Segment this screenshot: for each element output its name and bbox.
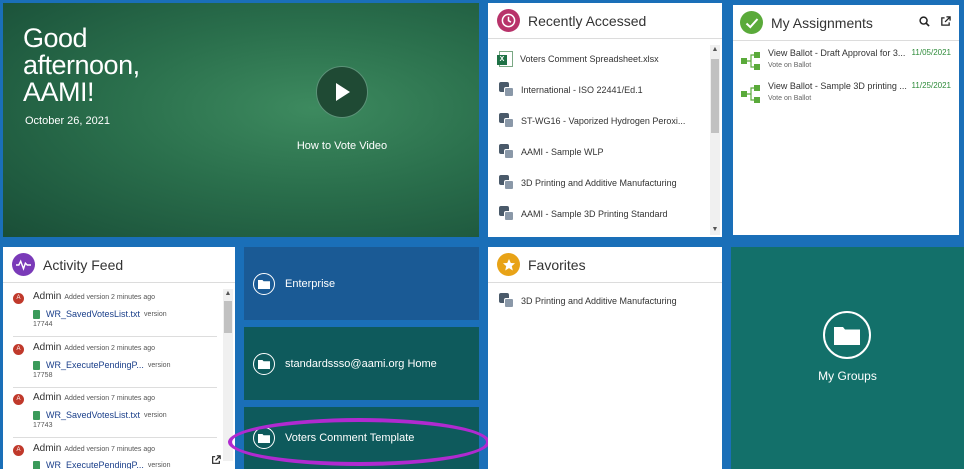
document-icon	[499, 143, 515, 160]
document-icon	[499, 174, 515, 191]
scrollbar-thumb[interactable]	[224, 301, 232, 333]
activity-file-link[interactable]: WR_SavedVotesList.txt	[46, 309, 140, 319]
user-avatar[interactable]: A	[13, 344, 24, 355]
assignments-toolbar	[919, 16, 951, 27]
folder-icon	[823, 311, 871, 359]
folder-label: Voters Comment Template	[285, 432, 415, 444]
document-icon	[499, 112, 515, 129]
activity-user[interactable]: Admin	[33, 342, 61, 353]
version-number: 17743	[33, 422, 53, 429]
user-avatar[interactable]: A	[13, 293, 24, 304]
activity-feed-header: Activity Feed	[3, 247, 235, 283]
recently-accessed-tile: Recently Accessed X Voters Comment Sprea…	[488, 3, 722, 237]
my-assignments-tile: My Assignments View Ballot - Draft Appro…	[731, 3, 961, 237]
recent-item[interactable]: 3D Printing and Additive Manufacturing	[488, 167, 708, 198]
pulse-icon	[12, 253, 35, 276]
user-avatar[interactable]: A	[13, 445, 24, 456]
favorite-item[interactable]: 3D Printing and Additive Manufacturing	[488, 289, 708, 313]
activity-feed-title: Activity Feed	[43, 256, 124, 273]
scroll-down-arrow-icon[interactable]: ▼	[711, 226, 719, 234]
recently-accessed-header: Recently Accessed	[488, 3, 722, 39]
folder-label: Enterprise	[285, 277, 336, 290]
workflow-icon	[741, 52, 760, 70]
folder-icon	[253, 427, 275, 449]
folder-tile-voters-comment-template[interactable]: Voters Comment Template	[244, 407, 479, 469]
folder-label: standardssso@aami.org Home	[285, 357, 437, 370]
scroll-up-arrow-icon[interactable]: ▲	[711, 46, 719, 54]
recent-item[interactable]: X Voters Comment Spreadsheet.xlsx	[488, 43, 708, 74]
recent-item[interactable]: International - ISO 22441/Ed.1	[488, 74, 708, 105]
activity-file-link[interactable]: WR_ExecutePendingP...	[46, 460, 144, 469]
recent-item[interactable]: AAMI - Sample 3D Printing Standard	[488, 198, 708, 229]
recent-list: X Voters Comment Spreadsheet.xlsx Intern…	[488, 43, 708, 229]
assignment-item[interactable]: View Ballot - Draft Approval for 3... Vo…	[741, 48, 955, 78]
divider	[13, 336, 217, 337]
scrollbar-thumb[interactable]	[711, 59, 719, 133]
folder-icon	[253, 352, 275, 375]
activity-feed-tile: Activity Feed A Admin Added version 2 min…	[3, 247, 235, 469]
greeting-text: Good afternoon, AAMI!	[23, 23, 140, 107]
text-file-icon	[33, 460, 40, 469]
my-groups-label: My Groups	[818, 369, 877, 383]
open-external-icon[interactable]	[211, 455, 221, 465]
checkmark-icon	[740, 11, 763, 34]
activity-user[interactable]: Admin	[33, 443, 61, 454]
activity-user[interactable]: Admin	[33, 392, 61, 403]
recent-item[interactable]: ST-WG16 - Vaporized Hydrogen Peroxi...	[488, 105, 708, 136]
recently-accessed-title: Recently Accessed	[528, 12, 647, 29]
video-label[interactable]: How to Vote Video	[292, 140, 392, 152]
document-icon	[499, 293, 515, 309]
recent-item[interactable]: AAMI - Sample WLP	[488, 136, 708, 167]
folder-tile-home[interactable]: standardssso@aami.org Home	[244, 327, 479, 400]
play-icon	[336, 83, 350, 101]
current-date: October 26, 2021	[25, 115, 111, 127]
activity-file-link[interactable]: WR_SavedVotesList.txt	[46, 410, 140, 420]
favorites-title: Favorites	[528, 256, 586, 273]
version-number: 17744	[33, 321, 53, 328]
excel-icon: X	[497, 50, 513, 67]
workflow-icon	[741, 85, 760, 103]
activity-file-link[interactable]: WR_ExecutePendingP...	[46, 360, 144, 370]
open-external-icon[interactable]	[940, 16, 951, 27]
my-assignments-title: My Assignments	[771, 14, 873, 31]
divider	[13, 387, 217, 388]
favorites-tile: Favorites 3D Printing and Additive Manuf…	[488, 247, 722, 469]
favorites-list: 3D Printing and Additive Manufacturing	[488, 289, 708, 313]
star-icon	[497, 253, 520, 276]
document-icon	[499, 81, 515, 98]
welcome-hero-tile: Good afternoon, AAMI! October 26, 2021 H…	[3, 3, 479, 237]
activity-user[interactable]: Admin	[33, 291, 61, 302]
text-file-icon	[33, 410, 40, 420]
divider	[13, 437, 217, 438]
document-icon	[499, 205, 515, 222]
activity-scrollbar[interactable]: ▲	[223, 289, 233, 461]
play-video-button[interactable]	[316, 66, 368, 118]
recent-scrollbar[interactable]: ▲ ▼	[710, 45, 720, 235]
scroll-up-arrow-icon[interactable]: ▲	[224, 290, 232, 298]
assignment-item[interactable]: View Ballot - Sample 3D printing ... Vot…	[741, 81, 955, 111]
clock-icon	[497, 9, 520, 32]
text-file-icon	[33, 360, 40, 370]
version-number: 17758	[33, 372, 53, 379]
favorites-header: Favorites	[488, 247, 722, 283]
user-avatar[interactable]: A	[13, 394, 24, 405]
my-groups-tile[interactable]: My Groups	[731, 247, 964, 469]
folder-icon	[253, 272, 275, 295]
search-icon[interactable]	[919, 16, 930, 27]
text-file-icon	[33, 309, 40, 319]
folder-tile-enterprise[interactable]: Enterprise	[244, 247, 479, 320]
